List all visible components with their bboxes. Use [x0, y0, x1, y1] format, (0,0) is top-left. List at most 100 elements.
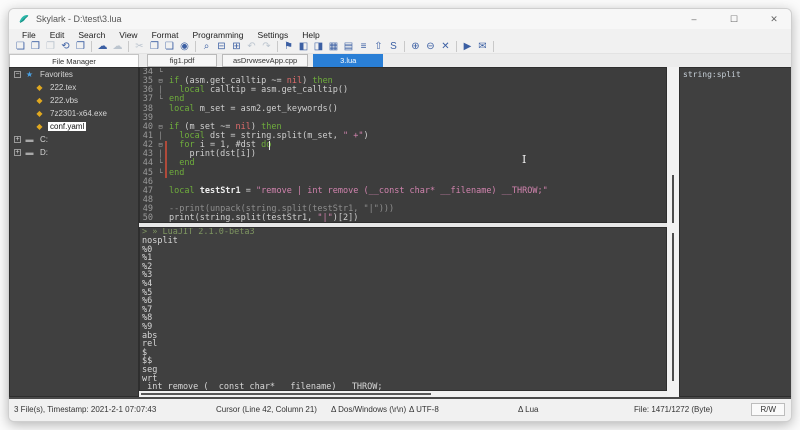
menu-format[interactable]: Format: [145, 30, 186, 40]
tab-fig1.pdf[interactable]: fig1.pdf: [147, 54, 217, 67]
document-tabs: fig1.pdf asDrvwsevApp.cpp 3.lua: [147, 54, 383, 67]
toolbar-separator: [277, 41, 278, 52]
menu-file[interactable]: File: [15, 30, 43, 40]
symbol-entry[interactable]: string:split: [680, 68, 792, 79]
menu-help[interactable]: Help: [295, 30, 326, 40]
code-token: calltip = asm.get_calltip(): [205, 85, 348, 95]
menu-edit[interactable]: Edit: [43, 30, 72, 40]
next-doc-icon[interactable]: ◨: [311, 41, 326, 53]
vertical-scrollbar[interactable]: [667, 67, 679, 397]
drive-icon: ▬: [24, 135, 35, 144]
fold-collapse-icon[interactable]: ⊟: [156, 77, 165, 86]
file-manager-panel-tab[interactable]: File Manager: [9, 54, 139, 67]
app-window: Skylark - D:\test\3.lua – ☐ ✕ FileEditSe…: [8, 8, 792, 422]
console-line: %6: [140, 297, 666, 306]
duplicate-file-icon[interactable]: ❐: [73, 41, 88, 53]
menu-search[interactable]: Search: [71, 30, 112, 40]
open-folder-icon[interactable]: ❒: [28, 41, 43, 53]
editor-line[interactable]: 47local testStr1 = "remove | int remove …: [140, 187, 666, 196]
expand-icon[interactable]: +: [14, 136, 21, 143]
console-scrollbar-thumb[interactable]: [672, 233, 674, 381]
status-language[interactable]: Δ Lua: [518, 405, 538, 414]
zoom-in-icon[interactable]: ⊞: [229, 41, 244, 53]
feedback-icon[interactable]: ✉: [475, 41, 490, 53]
code-token: testStr1: [200, 186, 241, 196]
fold-guide: └: [156, 159, 165, 168]
code-token: )[2]): [333, 213, 359, 223]
window-title: Skylark - D:\test\3.lua: [36, 14, 122, 24]
menu-settings[interactable]: Settings: [251, 30, 296, 40]
tree-item-conf.yaml[interactable]: ◆conf.yaml: [10, 120, 138, 133]
code-text: end: [165, 169, 666, 178]
toolbar-group: ⚑◧◨▦▤≡⇧S: [281, 41, 401, 53]
console-line: %2: [140, 263, 666, 272]
toolbar-separator: [456, 41, 457, 52]
toolbar-group: ▶✉: [460, 41, 490, 53]
line-number: 50: [140, 214, 156, 223]
add-icon[interactable]: ⊕: [408, 41, 423, 53]
collapse-icon[interactable]: −: [14, 71, 21, 78]
menu-programming[interactable]: Programming: [186, 30, 251, 40]
run-icon[interactable]: ▶: [460, 41, 475, 53]
console-line: nosplit: [140, 237, 666, 246]
prev-doc-icon[interactable]: ◧: [296, 41, 311, 53]
tree-item-222.vbs[interactable]: ◆222.vbs: [10, 94, 138, 107]
line-list-icon[interactable]: ≡: [356, 41, 371, 53]
status-line-ending[interactable]: Δ Dos/Windows (\r\n): [331, 405, 406, 414]
grid-view-icon[interactable]: ▦: [326, 41, 341, 53]
close-button[interactable]: ✕: [767, 14, 781, 25]
diamond-icon: ◆: [34, 109, 45, 118]
code-token: m_set = asm2.get_keywords(): [195, 104, 338, 114]
script-icon[interactable]: S: [386, 41, 401, 53]
horizontal-scrollbar-thumb[interactable]: [141, 393, 431, 395]
record-macro-icon[interactable]: ◉: [177, 41, 192, 53]
tree-item-favorites[interactable]: −★Favorites: [10, 68, 138, 81]
editor-line[interactable]: 38local m_set = asm2.get_keywords(): [140, 105, 666, 114]
remove-icon[interactable]: ⊖: [423, 41, 438, 53]
cloud-upload-icon[interactable]: ☁: [95, 41, 110, 53]
editor-scrollbar-thumb[interactable]: [672, 175, 674, 223]
toolbar: ❏❒❐⟲❐☁☁✂❐❏◉⌕⊟⊞↶↷⚑◧◨▦▤≡⇧S⊕⊖✕▶✉: [9, 40, 791, 54]
tree-item-d:[interactable]: +▬D:: [10, 146, 138, 159]
search-icon[interactable]: ⌕: [199, 41, 214, 53]
editor-line[interactable]: 44└ end: [140, 159, 666, 168]
status-bar: 3 File(s), Timestamp: 2021-2-1 07:07:43C…: [9, 397, 791, 422]
tab-3.lua[interactable]: 3.lua: [313, 54, 383, 67]
new-file-icon[interactable]: ❏: [13, 41, 28, 53]
editor-line[interactable]: 50print(string.split(testStr1, "|")[2]): [140, 214, 666, 223]
fold-collapse-icon[interactable]: ⊟: [156, 141, 165, 150]
status-readwrite[interactable]: R/W: [751, 403, 785, 416]
print-icon[interactable]: ▤: [341, 41, 356, 53]
app-logo-icon: [18, 13, 30, 25]
diamond-icon: ◆: [34, 122, 45, 131]
status-encoding[interactable]: Δ UTF-8: [409, 405, 439, 414]
editor-line[interactable]: 43│ print(dst[i]): [140, 150, 666, 159]
output-console[interactable]: > » LuaJIT 2.1.0-beta3 nosplit%0%1%2%3%4…: [139, 227, 667, 391]
copy-icon[interactable]: ❐: [147, 41, 162, 53]
bookmark-icon[interactable]: ⚑: [281, 41, 296, 53]
tree-item-c:[interactable]: +▬C:: [10, 133, 138, 146]
menu-view[interactable]: View: [112, 30, 144, 40]
close-doc-icon[interactable]: ✕: [438, 41, 453, 53]
editor-line[interactable]: 45└end: [140, 169, 666, 178]
status-file-size[interactable]: File: 1471/1272 (Byte): [634, 405, 713, 414]
fold-guide: [156, 205, 165, 214]
tree-item-222.tex[interactable]: ◆222.tex: [10, 81, 138, 94]
revert-file-icon[interactable]: ⟲: [58, 41, 73, 53]
cut-icon: ✂: [132, 41, 147, 53]
zoom-out-icon[interactable]: ⊟: [214, 41, 229, 53]
code-token: local: [169, 186, 195, 196]
console-line: %4: [140, 280, 666, 289]
maximize-button[interactable]: ☐: [727, 14, 741, 25]
code-editor[interactable]: 34└35⊟if (asm.get_calltip ~= nil) then36…: [139, 67, 667, 223]
code-token: end: [169, 168, 184, 178]
paste-icon[interactable]: ❏: [162, 41, 177, 53]
export-icon[interactable]: ⇧: [371, 41, 386, 53]
fold-collapse-icon[interactable]: ⊟: [156, 123, 165, 132]
editor-line[interactable]: 36│ local calltip = asm.get_calltip(): [140, 86, 666, 95]
minimize-button[interactable]: –: [687, 14, 701, 24]
tree-item-7z2301-x64.exe[interactable]: ◆7z2301-x64.exe: [10, 107, 138, 120]
expand-icon[interactable]: +: [14, 149, 21, 156]
window-controls: – ☐ ✕: [687, 9, 781, 29]
tab-asDrvwsevApp.cpp[interactable]: asDrvwsevApp.cpp: [222, 54, 308, 67]
